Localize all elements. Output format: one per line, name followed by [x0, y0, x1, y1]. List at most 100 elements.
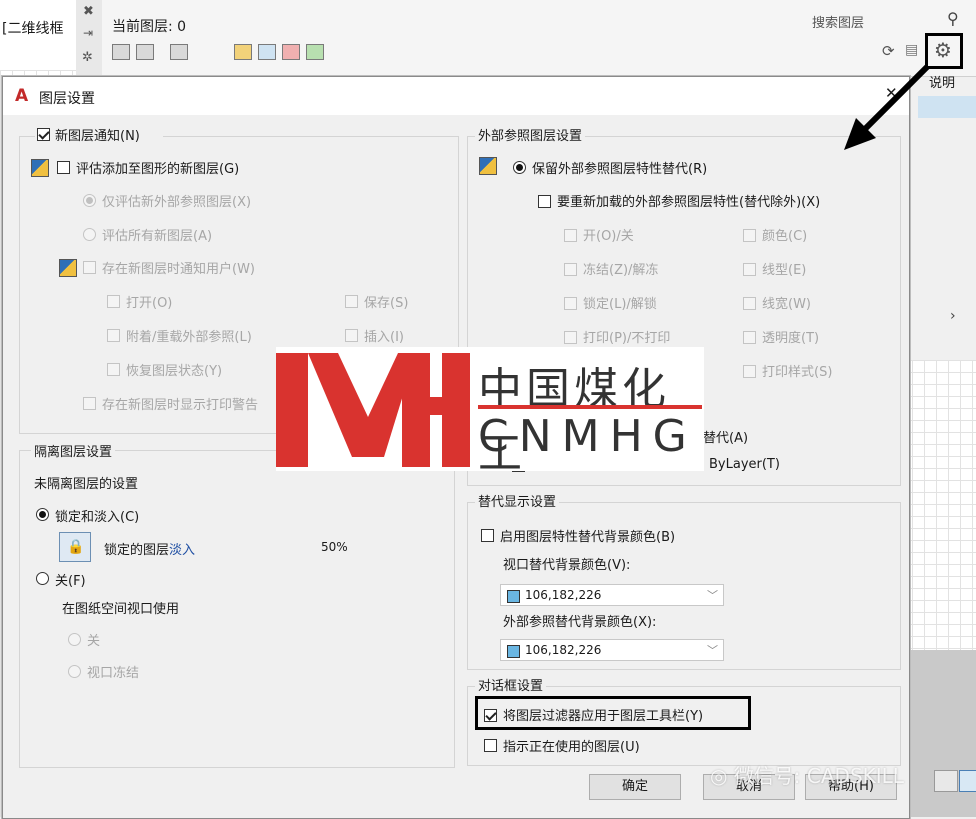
xref-lock-label: 锁定(L)/解锁 [583, 297, 657, 312]
xref-color-checkbox[interactable] [743, 229, 756, 242]
unisolated-label: 未隔离图层的设置 [34, 477, 139, 492]
xref-lineweight-checkbox[interactable] [743, 297, 756, 310]
status-bar-icon[interactable] [934, 770, 958, 792]
apply-filter-checkbox[interactable] [484, 709, 497, 722]
properties-icon[interactable]: ✲ [82, 50, 93, 65]
notify-insert-checkbox[interactable] [345, 329, 358, 342]
apply-filter-label: 将图层过滤器应用于图层工具栏(Y) [503, 709, 704, 724]
ps-off-radio[interactable] [68, 633, 81, 646]
xref-linetype-label: 线型(E) [762, 263, 807, 278]
new-layer-notify-checkbox[interactable] [37, 128, 50, 141]
xref-plotstyle-label: 打印样式(S) [762, 365, 833, 380]
chevron-right-icon[interactable]: › [950, 308, 956, 324]
locked-fade-prefix: 锁定的图层 [104, 543, 170, 558]
status-toggle-icon[interactable] [959, 770, 976, 792]
dialog-title: 图层设置 [39, 91, 95, 107]
search-icon[interactable]: ⚲ [947, 9, 959, 28]
search-layers-placeholder[interactable]: 搜索图层 [812, 12, 864, 31]
vp-freeze-radio[interactable] [68, 665, 81, 678]
logo-crossbar [430, 397, 444, 415]
viewport-bg-combo[interactable]: 106,182,226 ﹀ [500, 584, 724, 606]
xref-bg-combo[interactable]: 106,182,226 ﹀ [500, 639, 724, 661]
chevron-down-icon[interactable]: ﹀ [707, 587, 718, 603]
notify-save-checkbox[interactable] [345, 295, 358, 308]
evaluate-new-layers-label: 评估添加至图形的新图层(G) [76, 162, 240, 177]
only-xref-label: 仅评估新外部参照图层(X) [102, 195, 252, 210]
notify-user-checkbox[interactable] [83, 261, 96, 274]
view-style-label[interactable]: [二维线框 [2, 18, 63, 38]
xref-linetype-checkbox[interactable] [743, 263, 756, 276]
current-layer-label: 当前图层: 0 [112, 19, 187, 35]
gear-icon[interactable]: ⚙ [934, 38, 952, 62]
xref-override-partial-label: 替代(A) [703, 431, 749, 446]
notify-restore-checkbox[interactable] [107, 363, 120, 376]
xref-plotstyle-checkbox[interactable] [743, 365, 756, 378]
new-layer-notify-label: 新图层通知(N) [55, 129, 140, 144]
xref-freeze-checkbox[interactable] [564, 263, 577, 276]
xref-freeze-label: 冻结(Z)/解冻 [583, 263, 659, 278]
new-vp-frozen-layer-icon[interactable] [258, 44, 276, 60]
vp-freeze-label: 视口冻结 [87, 666, 140, 681]
viewport-bg-swatch [507, 590, 520, 603]
only-xref-radio[interactable] [83, 194, 96, 207]
xref-bg-value: 106,182,226 [525, 643, 602, 657]
isolate-settings-title: 隔离图层设置 [31, 441, 116, 460]
notify-attach-label: 附着/重载外部参照(L) [126, 330, 252, 345]
fade-link[interactable]: 淡入 [169, 543, 195, 558]
logo-bar-1 [276, 353, 308, 467]
enable-bg-checkbox[interactable] [481, 529, 494, 542]
viewport-bg-value: 106,182,226 [525, 588, 602, 602]
all-new-layers-radio[interactable] [83, 228, 96, 241]
fade-value[interactable]: 50% [321, 540, 348, 554]
xref-transparency-checkbox[interactable] [743, 331, 756, 344]
notify-attach-checkbox[interactable] [107, 329, 120, 342]
autohide-icon[interactable]: ⇥ [83, 26, 93, 40]
all-new-layers-label: 评估所有新图层(A) [102, 229, 213, 244]
reload-props-checkbox[interactable] [538, 195, 551, 208]
delete-layer-icon[interactable] [282, 44, 300, 60]
notify-user-label: 存在新图层时通知用户(W) [102, 262, 255, 277]
xref-settings-title: 外部参照图层设置 [475, 125, 586, 144]
mh-logo-mark [276, 353, 470, 467]
close-palette-icon[interactable]: ✖ [83, 4, 94, 19]
ps-off-label: 关 [87, 634, 101, 649]
arrow-shaft [857, 63, 931, 137]
xref-lock-checkbox[interactable] [564, 297, 577, 310]
layer-states-icon[interactable] [170, 44, 188, 60]
new-layer-icon[interactable] [234, 44, 252, 60]
override-display-title: 替代显示设置 [475, 491, 560, 510]
indicate-in-use-label: 指示正在使用的图层(U) [503, 740, 640, 755]
notify-insert-label: 插入(I) [364, 330, 404, 345]
xref-layer-icon [479, 157, 497, 175]
chevron-down-icon[interactable]: ﹀ [707, 642, 718, 658]
new-filter-icon[interactable] [112, 44, 130, 60]
paper-space-label: 在图纸空间视口使用 [62, 602, 180, 617]
xref-on-off-checkbox[interactable] [564, 229, 577, 242]
group-filter-icon[interactable] [136, 44, 154, 60]
logo-diag-1 [308, 353, 368, 457]
retain-overrides-radio[interactable] [513, 161, 526, 174]
xref-plot-checkbox[interactable] [564, 331, 577, 344]
viewport-bg-label: 视口替代背景颜色(V): [503, 558, 631, 573]
set-current-icon[interactable] [306, 44, 324, 60]
refresh-icon[interactable]: ⟳ [882, 42, 895, 60]
lock-fade-radio[interactable] [36, 508, 49, 521]
watermark-logo: 中国煤化工 CNMHG [276, 347, 704, 479]
evaluate-new-layers-checkbox[interactable] [57, 161, 70, 174]
isolate-off-label: 关(F) [55, 574, 86, 589]
print-warning-label: 存在新图层时显示打印警告 [102, 398, 259, 413]
notify-open-label: 打开(O) [126, 296, 173, 311]
xref-lineweight-label: 线宽(W) [762, 297, 811, 312]
lock-fade-label: 锁定和淡入(C) [55, 510, 140, 525]
isolate-off-radio[interactable] [36, 572, 49, 585]
bylayer-partial-label: ByLayer(T) [709, 457, 780, 472]
lock-icon: 🔒 [67, 539, 85, 555]
settings-dialog-icon[interactable]: ▤ [905, 42, 918, 58]
locked-fade-text: 锁定的图层淡入 [104, 539, 195, 558]
xref-transparency-label: 透明度(T) [762, 331, 820, 346]
print-warning-checkbox[interactable] [83, 397, 96, 410]
notify-open-checkbox[interactable] [107, 295, 120, 308]
drawing-grid-right [900, 360, 976, 650]
ok-button[interactable]: 确定 [589, 774, 681, 800]
indicate-in-use-checkbox[interactable] [484, 739, 497, 752]
